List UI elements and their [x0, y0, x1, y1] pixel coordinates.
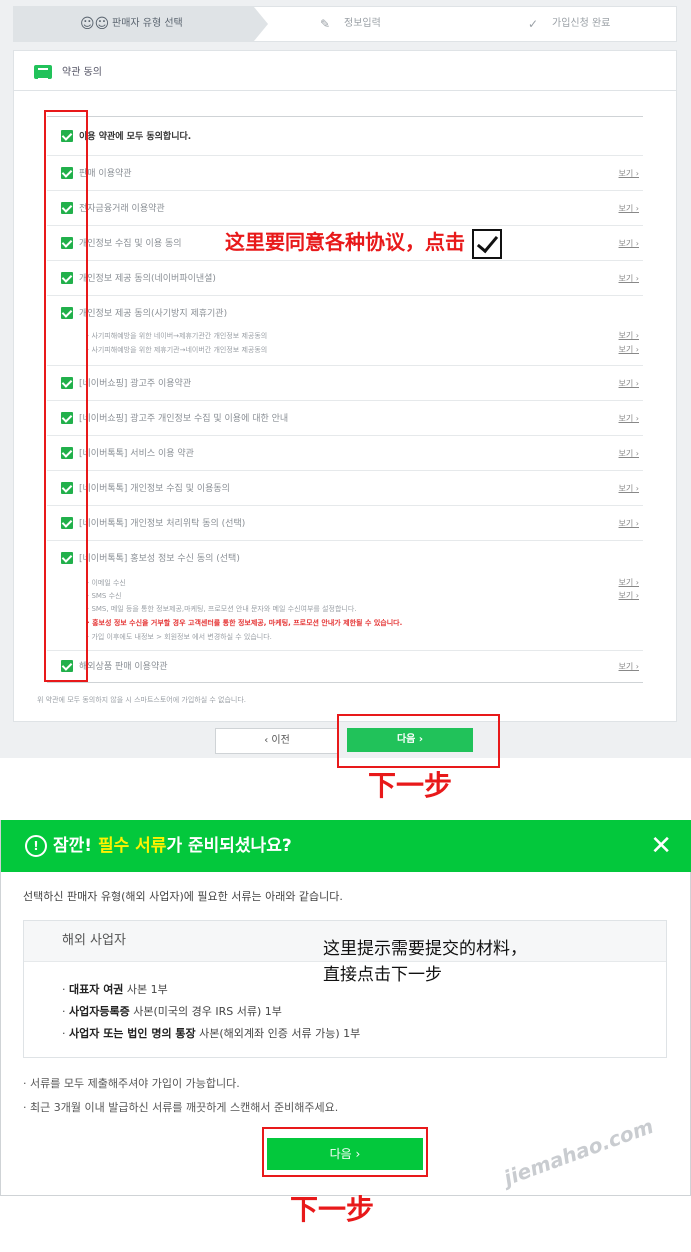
terms-row: [네이버톡톡] 개인정보 수집 및 이용동의 보기 ›	[47, 470, 643, 506]
terms-warning: · 홍보성 정보 수신을 거부할 경우 고객센터를 통한 정보제공, 마케팅, …	[87, 619, 403, 627]
agree-all-label[interactable]: 이용 약관에 모두 동의합니다.	[79, 129, 191, 142]
close-icon[interactable]: ✕	[650, 820, 672, 872]
terms-label: [네이버톡톡] 개인정보 수집 및 이용동의	[79, 484, 230, 494]
doc-item-name: 사업자 또는 법인 명의 통장	[69, 1027, 196, 1040]
terms-list: 이용 약관에 모두 동의합니다. 판매 이용약관 보기 › 전자금융거래 이용약…	[47, 116, 643, 683]
terms-card: 약관 동의 이용 약관에 모두 동의합니다. 판매 이용약관 보기 › 전자금융…	[13, 50, 677, 722]
doc-item: · 사업자 또는 법인 명의 통장 사본(해외계좌 인증 서류 가능) 1부	[62, 1027, 361, 1040]
terms-sub-item: · 가입 이후에도 내정보 > 회원정보 에서 변경하실 수 있습니다.	[87, 633, 272, 641]
modal-title-prefix: 잠깐!	[53, 836, 98, 856]
step-label: 판매자 유형 선택	[112, 18, 183, 29]
divider	[14, 90, 676, 91]
doc-item: · 대표자 여권 사본 1부	[62, 983, 168, 996]
terms-footnote: 위 약관에 모두 동의하지 않을 시 스마트스토어에 가입하실 수 없습니다.	[37, 696, 247, 704]
doc-item-name: 사업자등록증	[69, 1005, 130, 1018]
view-link[interactable]: 보기 ›	[619, 448, 639, 459]
terms-label: 개인정보 제공 동의(네이버파이낸셜)	[79, 274, 216, 284]
checkbox-icon	[471, 228, 502, 259]
terms-section-header: 약관 동의	[34, 61, 102, 85]
terms-sub-item: · 사기피해예방을 위한 네이버→제휴기관간 개인정보 제공동의	[87, 332, 268, 340]
view-link[interactable]: 보기 ›	[619, 577, 639, 588]
agree-annotation-text: 这里要同意各种协议，点击	[225, 230, 465, 254]
doc-item: · 사업자등록증 사본(미국의 경우 IRS 서류) 1부	[62, 1005, 282, 1018]
step-info-input: ✎ 정보입력	[304, 7, 454, 41]
view-link[interactable]: 보기 ›	[619, 661, 639, 672]
terms-row: 개인정보 제공 동의(네이버파이낸셜) 보기 ›	[47, 260, 643, 296]
users-icon: ☺☺	[80, 16, 110, 32]
terms-section-title: 약관 동의	[62, 67, 102, 78]
docs-annotation-line: 直接点击下一步	[323, 965, 442, 985]
terms-row: [네이버쇼핑] 광고주 개인정보 수집 및 이용에 대한 안내 보기 ›	[47, 400, 643, 436]
view-link[interactable]: 보기 ›	[619, 168, 639, 179]
terms-row: [네이버쇼핑] 광고주 이용약관 보기 ›	[47, 365, 643, 401]
modal-title: ! 잠깐! 필수 서류가 준비되셨나요?	[25, 820, 292, 872]
terms-row: [네이버톡톡] 서비스 이용 약관 보기 ›	[47, 435, 643, 471]
terms-sub-item: · SMS, 메일 등을 통한 정보제공,마케팅, 프로모션 안내 문자와 메일…	[87, 605, 357, 613]
terms-label: [네이버쇼핑] 광고주 개인정보 수집 및 이용에 대한 안내	[79, 414, 289, 424]
terms-label: [네이버쇼핑] 광고주 이용약관	[79, 379, 192, 389]
next-highlight-box	[337, 714, 500, 768]
terms-row: 판매 이용약관 보기 ›	[47, 155, 643, 191]
view-link[interactable]: 보기 ›	[619, 238, 639, 249]
step-chevron	[254, 7, 268, 41]
modal-note: · 최근 3개월 이내 발급하신 서류를 깨끗하게 스캔해서 준비해주세요.	[23, 1101, 339, 1114]
terms-label: [네이버톡톡] 서비스 이용 약관	[79, 449, 194, 459]
view-link[interactable]: 보기 ›	[619, 590, 639, 601]
step-seller-type: ☺☺ 판매자 유형 선택	[14, 7, 254, 41]
doc-item-detail: 사본(미국의 경우 IRS 서류) 1부	[129, 1005, 282, 1018]
modal-title-suffix: 가 준비되셨나요?	[166, 836, 292, 856]
next-step-annotation: 下一步	[368, 769, 453, 802]
doc-item-name: 대표자 여권	[69, 983, 124, 996]
terms-label: 개인정보 수집 및 이용 동의	[79, 239, 182, 249]
pencil-icon: ✎	[320, 17, 331, 31]
terms-label: 개인정보 제공 동의(사기방지 제휴기관)	[79, 309, 228, 319]
view-link[interactable]: 보기 ›	[619, 413, 639, 424]
terms-row-all: 이용 약관에 모두 동의합니다.	[47, 117, 643, 156]
view-link[interactable]: 보기 ›	[619, 518, 639, 529]
modal-note: · 서류를 모두 제출해주셔야 가입이 가능합니다.	[23, 1077, 240, 1090]
signup-terms-panel: ☺☺ 판매자 유형 선택 ✎ 정보입력 ✓ 가입신청 완료 약관 동의 이용 약…	[0, 0, 691, 758]
docs-annotation: 这里提示需要提交的材料， 直接点击下一步	[323, 936, 527, 988]
docs-box-title: 해외 사업자	[62, 933, 126, 948]
doc-item-detail: 사본 1부	[123, 983, 168, 996]
terms-row: 개인정보 제공 동의(사기방지 제휴기관) · 사기피해예방을 위한 네이버→제…	[47, 295, 643, 366]
doc-item-detail: 사본(해외계좌 인증 서류 가능) 1부	[195, 1027, 361, 1040]
terms-label: [네이버톡톡] 개인정보 처리위탁 동의 (선택)	[79, 519, 246, 529]
step-label: 가입신청 완료	[552, 18, 611, 29]
checkbox-highlight-box	[44, 110, 88, 682]
docs-annotation-line: 这里提示需要提交的材料，	[323, 939, 527, 959]
info-icon: !	[25, 835, 47, 857]
view-link[interactable]: 보기 ›	[619, 378, 639, 389]
view-link[interactable]: 보기 ›	[619, 344, 639, 355]
terms-label: [네이버톡톡] 홍보성 정보 수신 동의 (선택)	[79, 554, 240, 564]
terms-sub-item: · 이메일 수신	[87, 579, 126, 587]
view-link[interactable]: 보기 ›	[619, 483, 639, 494]
view-link[interactable]: 보기 ›	[619, 203, 639, 214]
terms-row: 해외상품 판매 이용약관 보기 ›	[47, 650, 643, 681]
terms-row: [네이버톡톡] 개인정보 처리위탁 동의 (선택) 보기 ›	[47, 505, 643, 541]
document-icon	[34, 65, 52, 80]
view-link[interactable]: 보기 ›	[619, 330, 639, 341]
step-complete: ✓ 가입신청 완료	[514, 7, 676, 41]
modal-description: 선택하신 판매자 유형(해외 사업자)에 필요한 서류는 아래와 같습니다.	[23, 890, 343, 903]
next-step-annotation: 下一步	[290, 1193, 375, 1226]
terms-label: 해외상품 판매 이용약관	[79, 662, 168, 672]
terms-sub-item: · 사기피해예방을 위한 제휴기관→네이버간 개인정보 제공동의	[87, 346, 268, 354]
view-link[interactable]: 보기 ›	[619, 273, 639, 284]
signup-steps-bar: ☺☺ 판매자 유형 선택 ✎ 정보입력 ✓ 가입신청 완료	[13, 6, 677, 42]
terms-row: 전자금융거래 이용약관 보기 ›	[47, 190, 643, 226]
modal-header: ! 잠깐! 필수 서류가 준비되셨나요? ✕	[1, 820, 691, 872]
prev-button[interactable]: ‹ 이전	[215, 728, 339, 754]
modal-next-highlight-box	[262, 1127, 428, 1177]
terms-sub-item: · SMS 수신	[87, 592, 122, 600]
check-icon: ✓	[528, 17, 539, 31]
modal-title-highlight: 필수 서류	[97, 836, 167, 856]
terms-row: [네이버톡톡] 홍보성 정보 수신 동의 (선택) · 이메일 수신 보기 › …	[47, 540, 643, 651]
agree-annotation: 这里要同意各种协议，点击	[225, 226, 502, 259]
step-label: 정보입력	[344, 18, 381, 29]
terms-label: 전자금융거래 이용약관	[79, 204, 165, 214]
